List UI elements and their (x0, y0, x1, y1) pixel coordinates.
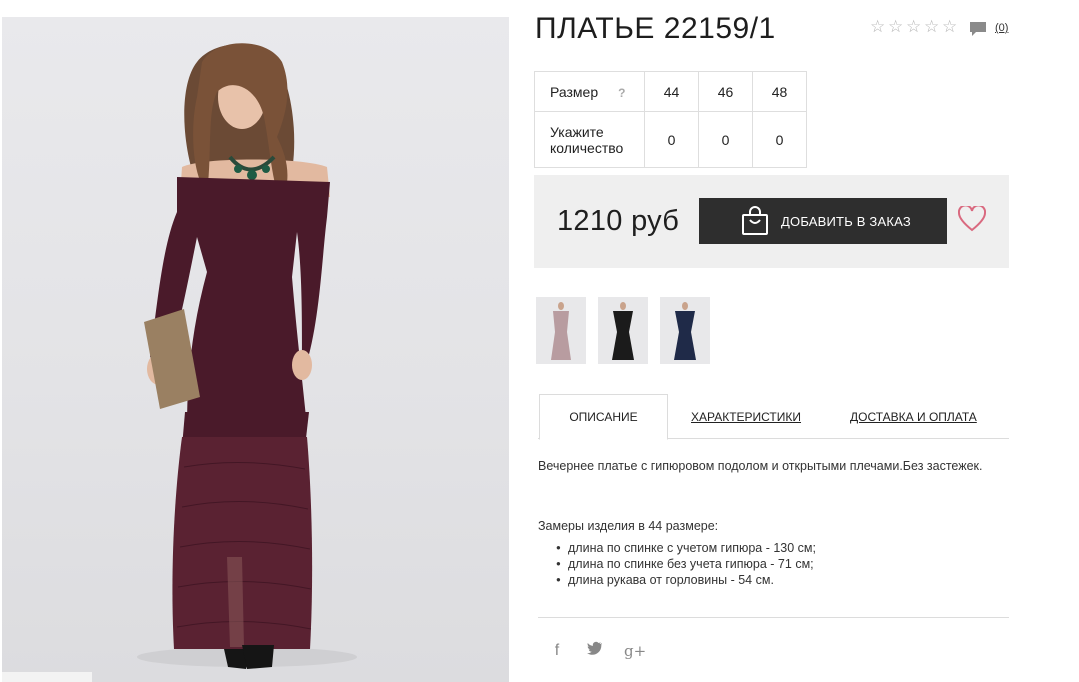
wishlist-heart-icon[interactable] (958, 206, 986, 232)
review-count-link[interactable]: (0) (995, 22, 1008, 34)
size-option: 46 (698, 71, 753, 112)
add-to-order-button[interactable]: ДОБАВИТЬ В ЗАКАЗ (699, 198, 947, 244)
product-price: 1210 руб (557, 205, 680, 237)
quantity-label-cell: Укажите количество (534, 111, 645, 168)
purchase-panel: 1210 руб ДОБАВИТЬ В ЗАКАЗ (534, 175, 1009, 268)
product-main-image[interactable] (2, 17, 509, 682)
add-to-order-label: ДОБАВИТЬ В ЗАКАЗ (781, 213, 911, 229)
quantity-input[interactable]: 0 (698, 111, 753, 168)
size-label-cell: Размер? (534, 71, 645, 112)
product-tabs: ОПИСАНИЕ ХАРАКТЕРИСТИКИ ДОСТАВКА И ОПЛАТ… (538, 394, 1009, 440)
tab-description[interactable]: ОПИСАНИЕ (539, 394, 668, 440)
variant-thumbnail-mauve[interactable] (536, 297, 586, 364)
size-table: Размер? 44 46 48 Укажите количество 0 0 … (534, 71, 807, 168)
comment-icon[interactable] (969, 21, 987, 37)
divider (538, 617, 1009, 618)
measure-item: длина рукава от горловины - 54 см. (556, 572, 816, 588)
size-option: 48 (752, 71, 807, 112)
twitter-icon[interactable] (586, 641, 604, 660)
quantity-label-line1: Укажите (550, 123, 604, 140)
photo-watermark (2, 672, 92, 682)
star-icon[interactable]: ☆ (888, 18, 905, 35)
measure-item: длина по спинке без учета гипюра - 71 см… (556, 556, 816, 572)
star-icon[interactable]: ☆ (942, 18, 959, 35)
tab-delivery-payment[interactable]: ДОСТАВКА И ОПЛАТА (850, 394, 977, 439)
product-title: ПЛАТЬЕ 22159/1 (535, 12, 776, 45)
rating-stars[interactable]: ☆ ☆ ☆ ☆ ☆ (870, 18, 959, 35)
quantity-input[interactable]: 0 (752, 111, 807, 168)
facebook-icon[interactable]: f (548, 642, 566, 660)
tab-characteristics[interactable]: ХАРАКТЕРИСТИКИ (691, 394, 801, 439)
google-plus-icon[interactable]: g+ (624, 642, 646, 660)
shopping-bag-icon (742, 206, 768, 235)
color-variant-thumbnails (536, 297, 710, 364)
star-icon[interactable]: ☆ (906, 18, 923, 35)
quantity-input[interactable]: 0 (644, 111, 699, 168)
measure-item: длина по спинке с учетом гипюра - 130 см… (556, 540, 816, 556)
product-description: Вечернее платье с гипюровом подолом и от… (538, 459, 983, 473)
variant-thumbnail-black[interactable] (598, 297, 648, 364)
star-icon[interactable]: ☆ (870, 18, 887, 35)
size-label: Размер (550, 83, 599, 100)
measures-title: Замеры изделия в 44 размере: (538, 519, 719, 533)
star-icon[interactable]: ☆ (924, 18, 941, 35)
size-option: 44 (644, 71, 699, 112)
social-share: f g+ (548, 641, 646, 660)
variant-thumbnail-navy[interactable] (660, 297, 710, 364)
quantity-label-line2: количество (550, 139, 624, 156)
size-help-icon[interactable]: ? (618, 86, 625, 100)
measures-list: длина по спинке с учетом гипюра - 130 см… (556, 540, 816, 588)
